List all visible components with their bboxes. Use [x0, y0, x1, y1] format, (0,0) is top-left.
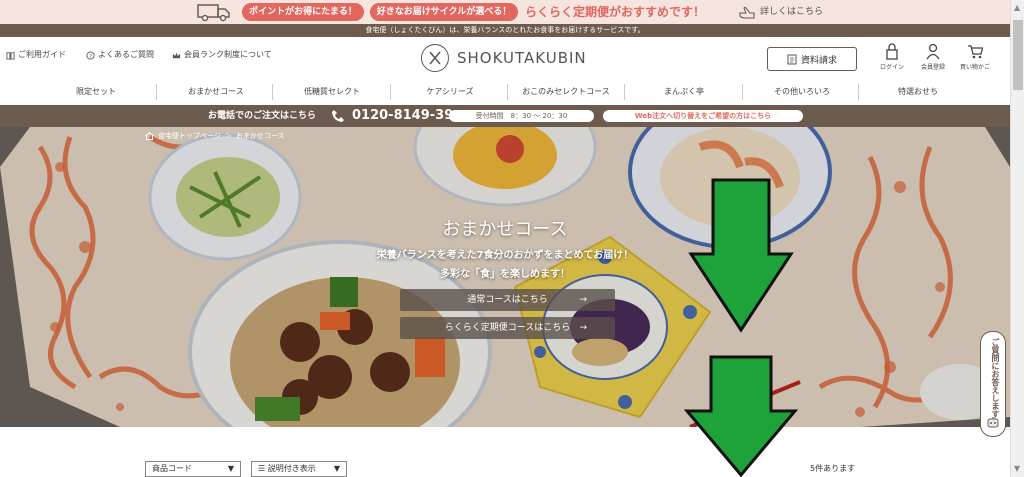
help-side-tab-label: ご質問にお答えします	[991, 338, 1000, 418]
chevron-down-icon: ▼	[227, 464, 234, 473]
nav-item-limited-set[interactable]: 限定セット	[40, 85, 152, 99]
subscription-course-label: らくらく定期便コースはこちら	[444, 323, 571, 333]
web-order-switch-link[interactable]: Web注文へ切り替えをご希望の方はこちら	[603, 110, 803, 122]
home-icon	[145, 132, 154, 140]
fork-knife-icon	[421, 44, 449, 72]
breadcrumb: 食宅便トップページ ＞ おまかせコース	[145, 131, 285, 141]
phone-order-label: お電話でのご注文はこちら	[208, 111, 317, 121]
site-logo[interactable]: SHOKUTAKUBIN	[421, 44, 587, 72]
cart-button[interactable]: 買い物かご	[955, 43, 995, 71]
cart-label: 買い物かご	[959, 64, 990, 71]
promo-banner[interactable]: ポイントがお得にたまる！ 好きなお届けサイクルが選べる！ らくらく定期便がおすす…	[0, 0, 1010, 24]
register-label: 会員登録	[920, 64, 945, 71]
pointing-hand-icon	[739, 7, 755, 19]
arrow-right-icon: →	[579, 323, 587, 333]
nav-item-okonomi[interactable]: おこのみセレクトコース	[507, 85, 625, 99]
view-mode-select[interactable]: ☰ 説明付き表示 ▼	[251, 461, 347, 477]
guide-link-label: ご利用ガイド	[18, 50, 66, 59]
subscription-course-button[interactable]: らくらく定期便コースはこちら →	[400, 317, 615, 339]
promo-headline: らくらく定期便がおすすめです！	[525, 5, 706, 19]
phone-order-bar: お電話でのご注文はこちら 0120-8149-39 受付時間 8：30 ～ 20…	[0, 105, 1010, 127]
nav-item-low-carb[interactable]: 低糖質セレクト	[276, 85, 388, 99]
result-count: 5件あります	[810, 464, 856, 473]
nav-item-others[interactable]: その他いろいろ	[746, 85, 858, 99]
register-button[interactable]: 会員登録	[913, 43, 953, 71]
member-rank-link[interactable]: 会員ランク制度について	[172, 49, 272, 61]
svg-text:?: ?	[89, 53, 92, 59]
chevron-down-icon: ▼	[333, 464, 340, 473]
breadcrumb-separator: ＞	[224, 132, 232, 140]
promo-pill-points: ポイントがお得にたまる！	[242, 3, 364, 21]
cart-icon	[968, 45, 983, 59]
help-side-tab[interactable]: ご質問にお答えします	[980, 331, 1006, 437]
main-nav: 限定セット おまかせコース 低糖質セレクト ケアシリーズ おこのみセレクトコース…	[0, 81, 1010, 103]
breadcrumb-current: おまかせコース	[235, 132, 285, 140]
phone-hours: 受付時間 8：30 ～ 20：30	[449, 110, 594, 122]
nav-item-care-series[interactable]: ケアシリーズ	[394, 85, 506, 99]
login-button[interactable]: ログイン	[872, 43, 912, 71]
scrollbar-thumb[interactable]	[1013, 20, 1023, 90]
promo-detail-link[interactable]: 詳しくはこちら	[760, 5, 823, 19]
regular-course-button[interactable]: 通常コースはこちら →	[400, 289, 615, 311]
hero-banner: 食宅便トップページ ＞ おまかせコース おまかせコース 栄養バランスを考えた7食…	[0, 127, 1010, 427]
nav-divider	[742, 84, 743, 100]
member-rank-link-label: 会員ランク制度について	[184, 50, 272, 59]
phone-number[interactable]: 0120-8149-39	[352, 108, 453, 124]
guide-link[interactable]: ご利用ガイド	[6, 49, 66, 61]
nav-item-omakase[interactable]: おまかせコース	[160, 85, 272, 99]
sort-select[interactable]: 商品コード ▼	[145, 461, 241, 477]
hero-subtitle: 栄養バランスを考えた7食分のおかずをまとめてお届け！	[376, 250, 634, 261]
logo-text: SHOKUTAKUBIN	[457, 49, 587, 67]
view-mode-select-value: 説明付き表示	[267, 464, 316, 473]
list-icon: ☰	[258, 464, 268, 473]
question-icon: ?	[86, 50, 95, 59]
regular-course-label: 通常コースはこちら	[467, 295, 548, 305]
page: ポイントがお得にたまる！ 好きなお届けサイクルが選べる！ らくらく定期便がおすす…	[0, 0, 1024, 477]
green-down-arrow-icon	[688, 178, 794, 333]
document-request-label: 資料請求	[800, 55, 837, 66]
faq-link-label: よくあるご質問	[98, 50, 154, 59]
document-icon	[787, 54, 797, 64]
crown-icon	[172, 52, 181, 58]
hero-subtitle-2: 多彩な「食」を楽しめます！	[440, 269, 570, 280]
phone-icon	[332, 110, 344, 122]
promo-pill-cycle: 好きなお届けサイクルが選べる！	[370, 3, 518, 21]
site-header: ご利用ガイド ? よくあるご質問 会員ランク制度について SHOKUTAKUBI…	[0, 37, 1010, 79]
green-down-arrow-icon	[684, 355, 798, 477]
page-scrollbar[interactable]: ▲ ▼	[1010, 0, 1024, 477]
tagline-bar: 食宅便（しょくたくびん）は、栄養バランスのとれたお食事をお届けするサービスです。	[0, 24, 1010, 37]
robot-icon	[987, 417, 999, 428]
lock-icon	[886, 43, 898, 60]
scroll-down-icon[interactable]: ▼	[1014, 464, 1020, 473]
truck-icon	[197, 4, 230, 22]
nav-item-osechi[interactable]: 特選おせち	[862, 85, 974, 99]
document-request-button[interactable]: 資料請求	[767, 47, 857, 71]
faq-link[interactable]: ? よくあるご質問	[86, 49, 154, 61]
sort-select-value: 商品コード	[152, 464, 192, 473]
arrow-right-icon: →	[579, 295, 587, 305]
scroll-up-icon[interactable]: ▲	[1014, 3, 1020, 12]
breadcrumb-home[interactable]: 食宅便トップページ	[158, 131, 221, 141]
login-label: ログイン	[879, 64, 904, 71]
nav-divider	[156, 84, 157, 100]
nav-divider	[624, 84, 625, 100]
nav-divider	[390, 84, 391, 100]
hero-title: おまかせコース	[442, 219, 568, 240]
nav-divider	[858, 84, 859, 100]
nav-divider	[272, 84, 273, 100]
nav-item-manpukutei[interactable]: まんぷく亭	[628, 85, 740, 99]
book-icon	[6, 51, 15, 60]
user-icon	[926, 43, 940, 60]
